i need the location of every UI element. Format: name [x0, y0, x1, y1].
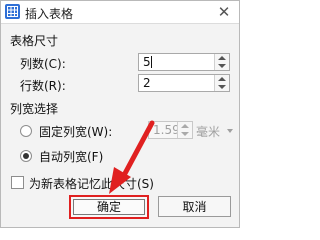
- red-arrow-annotation: [109, 120, 155, 194]
- insert-table-dialog: 插入表格 ✕ 表格尺寸 列数(C): 5 行数(R): 2 列宽选择 固定列宽(…: [0, 0, 240, 228]
